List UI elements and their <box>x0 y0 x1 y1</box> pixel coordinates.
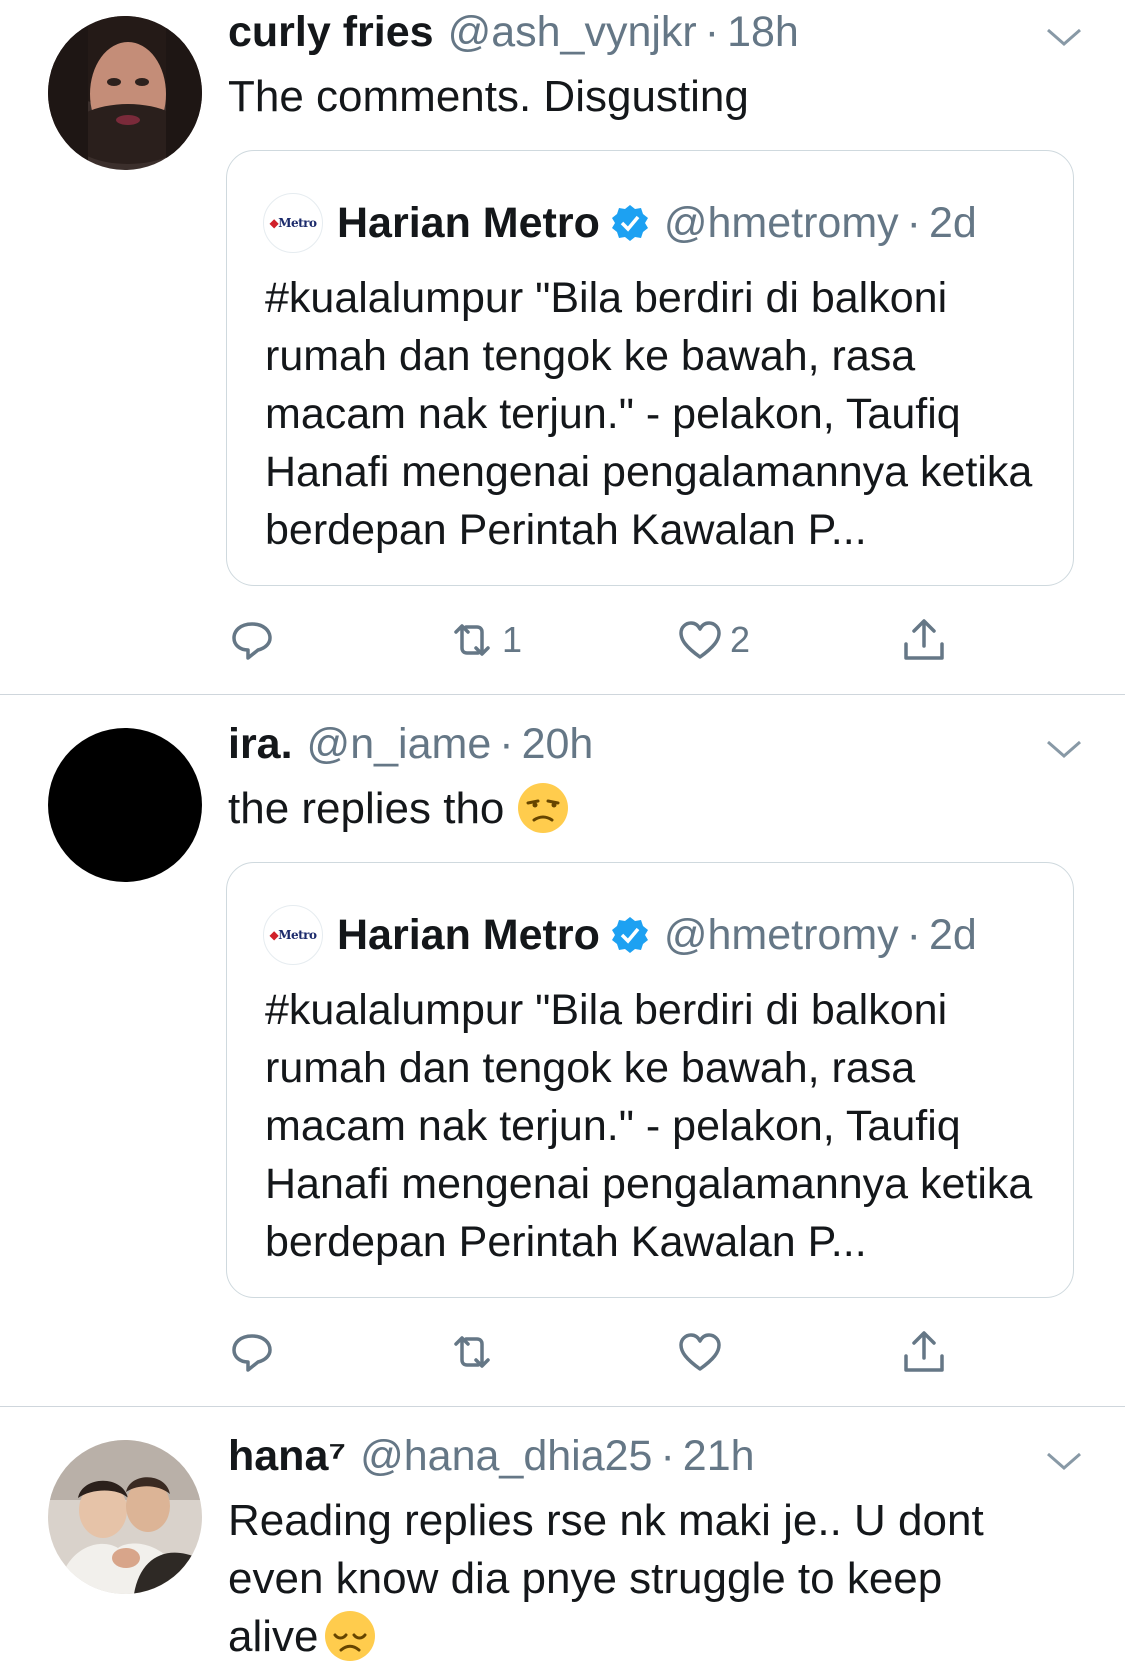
tweet-text-container: Reading replies rse nk maki je.. U dont … <box>228 1492 1028 1666</box>
handle[interactable]: @hana_dhia25 <box>360 1432 652 1481</box>
retweet-icon <box>454 1336 490 1368</box>
separator: · <box>499 720 514 768</box>
retweet-button[interactable] <box>448 1322 502 1382</box>
display-name[interactable]: curly fries <box>228 8 434 57</box>
tweet-text-container: the replies tho <box>228 780 1048 838</box>
like-count: 2 <box>730 619 751 660</box>
quoted-tweet[interactable]: ◆Metro Harian Metro @hmetromy · 2d #kual… <box>226 150 1074 586</box>
share-icon <box>904 619 944 660</box>
quoted-tweet-text: #kualalumpur "Bila berdiri di balkoni ru… <box>265 274 1033 554</box>
retweet-count: 1 <box>502 619 523 660</box>
disappointed-face-emoji-icon <box>324 1611 375 1661</box>
timestamp[interactable]: 21h <box>683 1432 755 1481</box>
heart-icon <box>679 621 721 659</box>
reply-icon <box>232 622 272 660</box>
tweet-text: the replies tho <box>228 784 505 833</box>
tweet-actions <box>0 1322 1125 1382</box>
separator: · <box>906 198 921 247</box>
reply-icon <box>232 1334 272 1372</box>
reply-button[interactable] <box>228 1322 282 1382</box>
share-button[interactable] <box>900 610 948 670</box>
quoted-display-name: Harian Metro <box>337 198 600 247</box>
retweet-button[interactable]: 1 <box>448 610 522 670</box>
harian-metro-logo: ◆Metro <box>263 905 323 965</box>
quoted-handle: @hmetromy <box>663 910 899 959</box>
like-button[interactable]: 2 <box>676 610 750 670</box>
display-name[interactable]: ira. <box>228 720 293 769</box>
quoted-tweet-text: #kualalumpur "Bila berdiri di balkoni ru… <box>265 986 1033 1266</box>
timestamp[interactable]: 18h <box>727 8 799 57</box>
retweet-icon <box>454 624 490 656</box>
tweet-divider <box>0 1406 1125 1407</box>
quoted-timestamp: 2d <box>928 198 977 247</box>
unamused-face-emoji-icon <box>518 783 569 833</box>
avatar[interactable] <box>48 16 202 170</box>
heart-icon <box>679 1333 721 1371</box>
separator: · <box>660 1432 675 1480</box>
handle[interactable]: @n_iame <box>307 720 492 769</box>
tweet-header: hana⁷ @hana_dhia25 · 21h <box>228 1432 755 1486</box>
quoted-tweet-header: ◆Metro Harian Metro @hmetromy · 2d <box>263 905 977 965</box>
quoted-handle: @hmetromy <box>663 198 899 247</box>
handle[interactable]: @ash_vynjkr <box>448 8 697 57</box>
harian-metro-logo: ◆Metro <box>263 193 323 253</box>
tweet-divider <box>0 694 1125 695</box>
chevron-down-icon[interactable] <box>1042 1446 1086 1476</box>
display-name[interactable]: hana⁷ <box>228 1432 346 1481</box>
tweet-header: ira. @n_iame · 20h <box>228 720 593 774</box>
tweet-header: curly fries @ash_vynjkr · 18h <box>228 8 799 62</box>
like-button[interactable] <box>676 1322 730 1382</box>
verified-badge-icon <box>611 917 648 953</box>
quoted-tweet[interactable]: ◆Metro Harian Metro @hmetromy · 2d #kual… <box>226 862 1074 1298</box>
share-button[interactable] <box>900 1322 948 1382</box>
separator: · <box>704 8 720 56</box>
chevron-down-icon[interactable] <box>1042 22 1086 52</box>
chevron-down-icon[interactable] <box>1042 734 1086 764</box>
verified-badge-icon <box>611 205 648 241</box>
reply-button[interactable] <box>228 610 282 670</box>
tweet-actions: 1 2 <box>0 610 1125 670</box>
share-icon <box>904 1331 944 1372</box>
separator: · <box>906 910 921 959</box>
tweet-text: The comments. Disgusting <box>228 72 749 121</box>
quoted-timestamp: 2d <box>928 910 977 959</box>
avatar[interactable] <box>48 728 202 882</box>
timestamp[interactable]: 20h <box>522 720 594 769</box>
avatar[interactable] <box>48 1440 202 1594</box>
quoted-display-name: Harian Metro <box>337 910 600 959</box>
quoted-tweet-header: ◆Metro Harian Metro @hmetromy · 2d <box>263 193 977 253</box>
